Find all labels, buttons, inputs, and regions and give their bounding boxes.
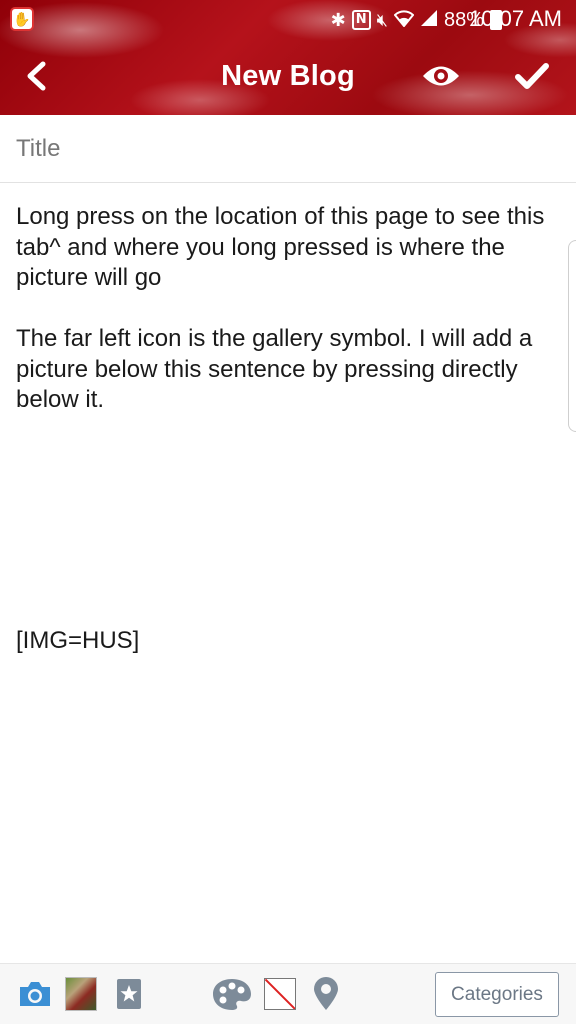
no-background-icon bbox=[264, 978, 296, 1010]
blog-content-editor[interactable]: Long press on the location of this page … bbox=[0, 184, 566, 960]
camera-icon bbox=[20, 982, 50, 1006]
signal-icon bbox=[420, 9, 438, 32]
title-field bbox=[0, 115, 576, 183]
categories-button[interactable]: Categories bbox=[435, 972, 559, 1017]
sticker-button[interactable] bbox=[114, 976, 144, 1012]
camera-button[interactable] bbox=[16, 976, 54, 1012]
star-icon bbox=[117, 979, 141, 1009]
no-background-button[interactable] bbox=[262, 976, 298, 1012]
eye-icon bbox=[423, 66, 459, 86]
background-color-button[interactable] bbox=[210, 976, 254, 1012]
gallery-thumbnail bbox=[65, 977, 97, 1011]
location-button[interactable] bbox=[310, 976, 342, 1012]
page-title: New Blog bbox=[221, 60, 355, 92]
status-time: 10:07 AM bbox=[469, 6, 562, 31]
nfc-icon: N bbox=[351, 10, 371, 30]
app-bar: New Blog bbox=[0, 44, 576, 112]
content-paragraph: Long press on the location of this page … bbox=[16, 203, 545, 291]
status-bar: ✋ ✱ N 🔇︎ 88% 10:07 AM bbox=[0, 0, 576, 40]
image-tag: [IMG=HUS] bbox=[16, 627, 140, 654]
content-text: Long press on the location of this page … bbox=[16, 202, 556, 416]
wifi-icon bbox=[393, 9, 415, 32]
content-paragraph: The far left icon is the gallery symbol.… bbox=[16, 325, 533, 413]
header: ✋ ✱ N 🔇︎ 88% 10:07 AM New Blog bbox=[0, 0, 576, 115]
preview-button[interactable] bbox=[418, 56, 464, 96]
mute-icon: 🔇︎ bbox=[376, 9, 388, 31]
bluetooth-icon: ✱ bbox=[330, 9, 346, 31]
location-pin-icon bbox=[314, 977, 338, 1010]
done-button[interactable] bbox=[510, 56, 554, 96]
palette-icon bbox=[213, 979, 251, 1010]
app-notification-icon: ✋ bbox=[10, 7, 34, 31]
title-input[interactable] bbox=[16, 133, 556, 165]
gallery-button[interactable] bbox=[64, 976, 98, 1012]
bottom-toolbar: Categories bbox=[0, 963, 576, 1024]
check-icon bbox=[515, 63, 549, 89]
side-pull-tab[interactable] bbox=[568, 240, 576, 432]
